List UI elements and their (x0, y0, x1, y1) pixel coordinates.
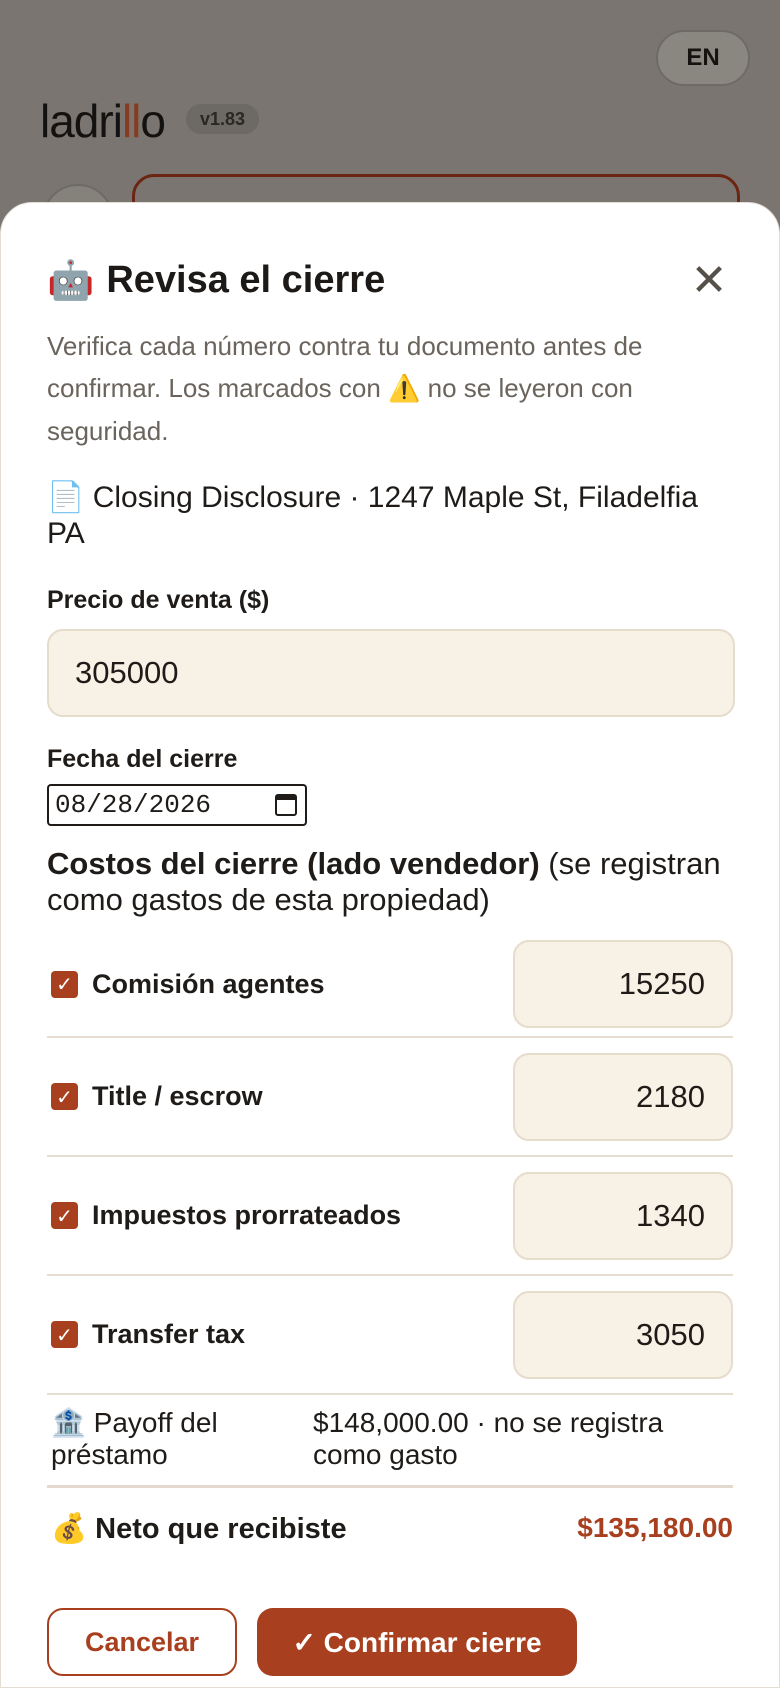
sheet-title-text: Revisa el cierre (106, 258, 386, 301)
cost-label: Transfer tax (92, 1319, 246, 1349)
bank-icon: 🏦 (51, 1406, 86, 1439)
review-closing-sheet: 🤖 Revisa el cierre ✕ Verifica cada númer… (0, 202, 780, 1688)
warning-icon: ⚠️ (388, 374, 421, 404)
language-toggle-button[interactable]: EN (656, 30, 750, 86)
cost-label: Title / escrow (92, 1081, 263, 1111)
cost-row: ✓ Title / escrow (47, 1038, 733, 1157)
closing-costs-list: ✓ Comisión agentes ✓ Title / escrow ✓ Im… (47, 932, 733, 1395)
close-icon[interactable]: ✕ (685, 255, 733, 306)
closing-date-value: 08/28/2026 (55, 790, 212, 820)
sheet-actions: Cancelar ✓ Confirmar cierre (47, 1608, 733, 1676)
sale-price-input[interactable] (47, 629, 735, 717)
net-received-row: 💰 Neto que recibiste $135,180.00 (47, 1488, 733, 1568)
loan-payoff-value: $148,000.00 · no se registra como gasto (313, 1407, 664, 1470)
cost-row: ✓ Impuestos prorrateados (47, 1157, 733, 1276)
cost-checkbox[interactable]: ✓ (51, 1202, 78, 1229)
net-received-value: $135,180.00 (577, 1512, 733, 1543)
closing-date-input[interactable]: 08/28/2026 (47, 784, 307, 826)
cost-checkbox[interactable]: ✓ (51, 1083, 78, 1110)
document-reference: 📄 Closing Disclosure · 1247 Maple St, Fi… (47, 480, 733, 552)
cost-amount-input[interactable] (513, 1052, 733, 1141)
confirm-closing-button[interactable]: ✓ Confirmar cierre (257, 1608, 577, 1676)
calendar-icon[interactable] (275, 794, 297, 816)
sheet-header: 🤖 Revisa el cierre ✕ (47, 247, 733, 313)
cost-label: Impuestos prorrateados (92, 1200, 402, 1230)
cancel-button[interactable]: Cancelar (47, 1608, 237, 1676)
cost-label: Comisión agentes (92, 968, 325, 999)
version-badge: v1.83 (186, 104, 260, 134)
cost-row: ✓ Transfer tax (47, 1276, 733, 1395)
cost-checkbox[interactable]: ✓ (51, 1321, 78, 1348)
net-received-label: 💰 Neto que recibiste (51, 1510, 347, 1545)
document-reference-text: Closing Disclosure · 1247 Maple St, Fila… (47, 481, 698, 550)
cost-checkbox[interactable]: ✓ (51, 970, 78, 998)
loan-payoff-row: 🏦 Payoff del préstamo $148,000.00 · no s… (47, 1395, 733, 1488)
sheet-title: 🤖 Revisa el cierre (47, 258, 385, 303)
robot-icon: 🤖 (47, 257, 95, 302)
closing-date-label: Fecha del cierre (47, 745, 238, 773)
cost-amount-input[interactable] (513, 940, 733, 1028)
money-bag-icon: 💰 (51, 1510, 88, 1545)
cost-amount-input[interactable] (513, 1171, 733, 1260)
document-icon: 📄 (47, 480, 85, 515)
sheet-subtitle: Verifica cada número contra tu documento… (47, 331, 643, 446)
loan-payoff-label: 🏦 Payoff del préstamo (51, 1406, 218, 1471)
cost-row: ✓ Comisión agentes (47, 932, 733, 1038)
sale-price-label: Precio de venta ($) (47, 586, 270, 614)
cost-amount-input[interactable] (513, 1290, 733, 1379)
closing-costs-title: Costos del cierre (lado vendedor) (se re… (47, 846, 721, 917)
app-logo: ladrillo (40, 95, 166, 147)
